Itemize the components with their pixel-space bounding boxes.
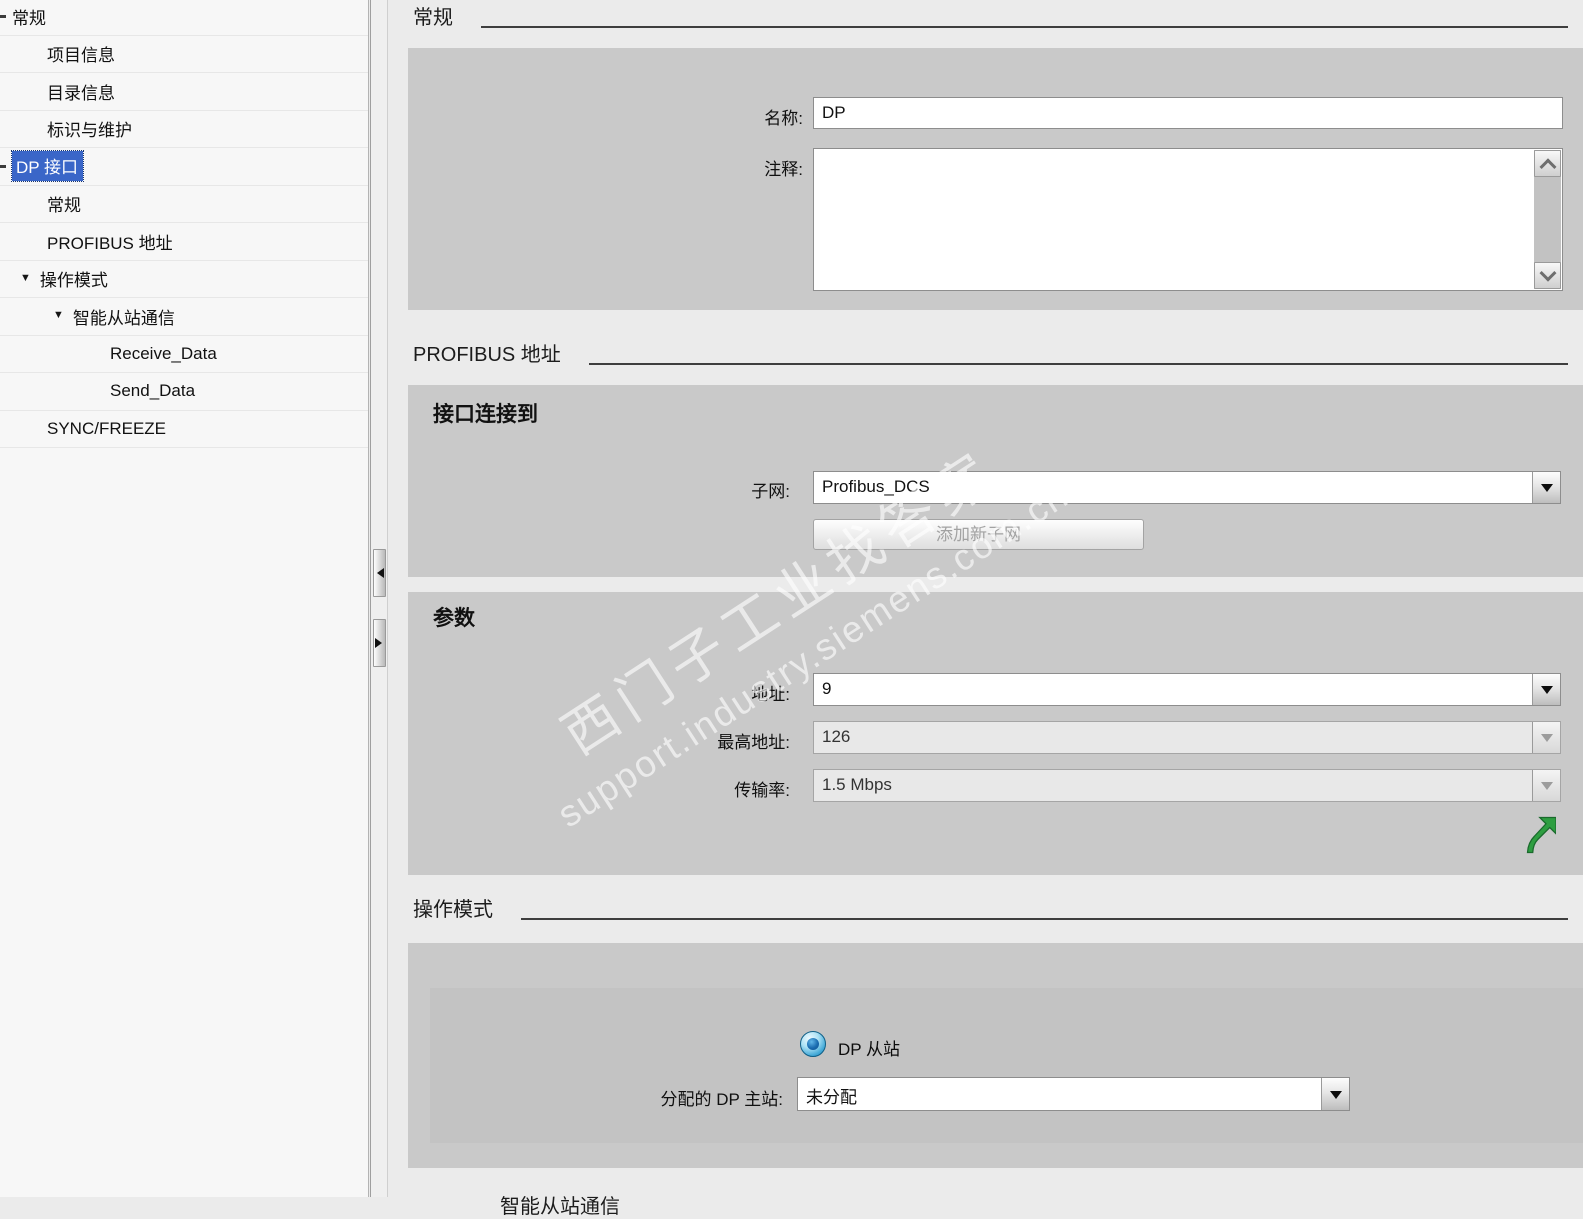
dropdown-arrow-icon xyxy=(1329,1090,1342,1105)
general-panel: 名称: 注释: xyxy=(408,48,1583,310)
dp-slave-group: DP 从站 分配的 DP 主站: 未分配 xyxy=(430,988,1583,1143)
tree-item-sync-freeze[interactable]: SYNC/FREEZE xyxy=(0,411,368,448)
collapse-arrow-icon xyxy=(0,165,6,168)
comment-scrollbar[interactable] xyxy=(1534,150,1561,289)
address-label: 地址: xyxy=(751,685,790,704)
name-input[interactable] xyxy=(813,97,1563,129)
subnet-dropdown[interactable]: Profibus_DCS xyxy=(813,471,1561,504)
baud-rate-label: 传输率: xyxy=(734,781,790,800)
section-header-general: 常规 xyxy=(413,3,1568,31)
tree-item-label: 智能从站通信 xyxy=(72,308,175,328)
interface-panel: 接口连接到 子网: Profibus_DCS 添加新子网 xyxy=(408,385,1583,577)
operating-mode-panel: DP 从站 分配的 DP 主站: 未分配 xyxy=(408,943,1583,1168)
section-header-operating-mode: 操作模式 xyxy=(413,895,1568,923)
scroll-down-button[interactable] xyxy=(1534,262,1561,289)
comment-textarea[interactable] xyxy=(813,148,1563,291)
section-header-profibus: PROFIBUS 地址 xyxy=(413,340,1568,368)
goto-subnet-icon[interactable] xyxy=(1526,815,1557,860)
tree-item-islave-communication[interactable]: ▼ 智能从站通信 xyxy=(0,298,368,336)
expand-down-icon[interactable]: ▼ xyxy=(53,309,64,321)
section-title: PROFIBUS 地址 xyxy=(413,344,561,366)
section-header-islave-partial: 智能从站通信 xyxy=(500,1196,620,1218)
assigned-master-dropdown[interactable]: 未分配 xyxy=(797,1077,1350,1111)
tree-item-general-root[interactable]: 常规 xyxy=(0,0,368,36)
highest-address-dropdown: 126 xyxy=(813,721,1561,754)
tree-item-identification-maintenance[interactable]: 标识与维护 xyxy=(0,111,368,148)
dropdown-arrow-icon xyxy=(1540,734,1553,748)
assigned-master-value: 未分配 xyxy=(806,1088,857,1107)
tree-item-label: 标识与维护 xyxy=(47,121,132,141)
address-dropdown[interactable]: 9 xyxy=(813,673,1561,706)
tree-item-label: PROFIBUS 地址 xyxy=(47,233,173,253)
tree-item-label: Send_Data xyxy=(110,381,196,401)
tree-item-label: 目录信息 xyxy=(47,83,115,103)
baud-rate-dropdown: 1.5 Mbps xyxy=(813,769,1561,802)
dropdown-arrow-icon xyxy=(1540,484,1553,498)
subnet-value: Profibus_DCS xyxy=(822,477,930,496)
expand-down-icon[interactable]: ▼ xyxy=(20,272,31,284)
tree-item-operating-mode[interactable]: ▼ 操作模式 xyxy=(0,261,368,298)
tree-item-label: SYNC/FREEZE xyxy=(47,418,167,438)
dropdown-button[interactable] xyxy=(1321,1078,1349,1110)
subnet-label: 子网: xyxy=(751,482,790,501)
section-title: 常规 xyxy=(413,7,453,29)
triangle-left-icon xyxy=(372,568,384,578)
tree-item-label: Receive_Data xyxy=(110,343,217,363)
dp-slave-radio-label: DP 从站 xyxy=(838,1040,901,1059)
highest-address-label: 最高地址: xyxy=(717,733,790,752)
tree-item-label: 常规 xyxy=(12,8,46,28)
chevron-up-icon xyxy=(1539,157,1556,175)
tree-item-profibus-address[interactable]: PROFIBUS 地址 xyxy=(0,223,368,261)
highest-address-value: 126 xyxy=(822,727,851,746)
expand-sidebar-button[interactable] xyxy=(373,619,386,667)
chevron-down-icon xyxy=(1539,264,1556,282)
assigned-master-label: 分配的 DP 主站: xyxy=(660,1090,783,1109)
interface-connected-heading: 接口连接到 xyxy=(433,403,538,426)
collapse-arrow-icon xyxy=(0,15,6,18)
address-value: 9 xyxy=(822,679,832,698)
tree-item-receive-data[interactable]: Receive_Data xyxy=(0,336,368,373)
scroll-up-button[interactable] xyxy=(1534,150,1561,177)
dp-slave-radio[interactable] xyxy=(800,1031,826,1057)
dropdown-arrow-icon xyxy=(1540,686,1553,700)
tree-item-label-selected: DP 接口 xyxy=(10,150,85,183)
properties-content: 常规 名称: 注释: PROFIBUS 地址 接口连接到 子网: Profibu… xyxy=(388,0,1583,1218)
tree-item-catalog-info[interactable]: 目录信息 xyxy=(0,73,368,111)
tree-item-project-info[interactable]: 项目信息 xyxy=(0,36,368,73)
dropdown-button[interactable] xyxy=(1532,674,1560,705)
triangle-right-icon xyxy=(375,638,387,648)
tree-item-label: 常规 xyxy=(47,196,81,216)
tree-item-label: 项目信息 xyxy=(47,46,115,66)
section-title: 操作模式 xyxy=(413,899,493,921)
tree-item-dp-general[interactable]: 常规 xyxy=(0,186,368,223)
add-subnet-button: 添加新子网 xyxy=(813,519,1144,550)
tree-item-label: 操作模式 xyxy=(39,271,108,291)
baud-rate-value: 1.5 Mbps xyxy=(822,775,892,794)
navigation-tree: 常规 项目信息 目录信息 标识与维护 DP 接口 常规 PROFIBUS 地址 … xyxy=(0,0,369,1197)
section-rule xyxy=(521,918,1568,920)
collapse-sidebar-button[interactable] xyxy=(373,549,386,597)
tree-item-dp-interface[interactable]: DP 接口 xyxy=(0,148,368,186)
tree-item-send-data[interactable]: Send_Data xyxy=(0,373,368,411)
dropdown-arrow-icon xyxy=(1540,782,1553,796)
dropdown-button xyxy=(1532,722,1560,753)
name-label: 名称: xyxy=(764,109,803,128)
dropdown-button xyxy=(1532,770,1560,801)
parameters-heading: 参数 xyxy=(433,607,475,630)
dropdown-button[interactable] xyxy=(1532,472,1560,503)
comment-label: 注释: xyxy=(764,160,803,179)
sidebar-splitter[interactable] xyxy=(370,0,388,1197)
section-rule xyxy=(481,26,1568,28)
section-rule xyxy=(588,363,1568,365)
parameters-panel: 参数 地址: 9 最高地址: 126 传输率: 1.5 Mbps xyxy=(408,592,1583,875)
